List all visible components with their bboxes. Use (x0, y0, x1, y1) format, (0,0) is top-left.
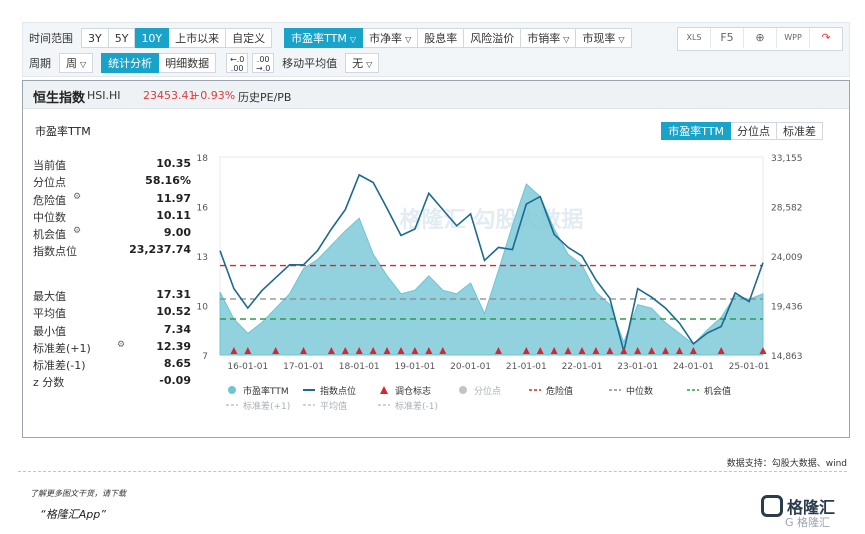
chevron-down-icon: ▽ (405, 35, 412, 44)
metric-risk-premium-button[interactable]: 风险溢价 (464, 28, 522, 48)
legend-label: 危险值 (546, 385, 573, 397)
y-left-tick-label: 18 (197, 154, 209, 164)
export-ppt-icon[interactable]: WPP (777, 28, 810, 48)
period-row: 周期 周 ▽ 统计分析 明细数据 ←.0.00 .00 →.0 移动平均值 无 ▽ (29, 52, 380, 74)
range-10y-button[interactable]: 10Y (135, 28, 170, 48)
time-range-group: 3Y 5Y 10Y 上市以来 自定义 (81, 28, 273, 48)
metric-pcf-dropdown[interactable]: 市现率 ▽ (576, 28, 632, 48)
x-tick-label: 21-01-01 (506, 362, 547, 372)
time-range-row: 时间范围 3Y 5Y 10Y 上市以来 自定义 市盈率TTM ▽ 市净率 ▽ 股息率… (29, 27, 632, 49)
metric-pcf-label: 市现率 (582, 32, 616, 45)
x-tick-label: 25-01-01 (729, 362, 770, 372)
valuation-panel: 恒生指数 HSI.HI 23453.41 +0.93% 历史PE/PB 市盈率T… (22, 80, 850, 438)
zoom-in-icon[interactable]: ⊕ (744, 28, 777, 48)
metric-ps-dropdown[interactable]: 市销率 ▽ (521, 28, 577, 48)
toolbar: 时间范围 3Y 5Y 10Y 上市以来 自定义 市盈率TTM ▽ 市净率 ▽ 股息率… (22, 22, 850, 77)
download-prompt: 了解更多图文干货，请下载 (30, 489, 126, 498)
chevron-down-icon: ▽ (563, 35, 570, 44)
legend-marker (380, 386, 388, 394)
gelonghui-logo: 格隆汇 G 格隆汇 (761, 492, 851, 529)
logo-mark-icon (761, 495, 783, 517)
x-tick-label: 24-01-01 (673, 362, 714, 372)
y-left-tick-label: 7 (202, 352, 208, 362)
period-value: 周 (66, 57, 77, 70)
legend-label: 标准差(+1) (243, 400, 290, 412)
range-since-listing-button[interactable]: 上市以来 (169, 28, 227, 48)
tab-statistics[interactable]: 统计分析 (101, 53, 160, 73)
metric-pe-ttm-label: 市盈率TTM (291, 32, 347, 45)
chevron-down-icon: ▽ (366, 60, 373, 69)
metric-dividend-button[interactable]: 股息率 (418, 28, 465, 48)
y-left-tick-label: 10 (197, 303, 209, 313)
legend-label: 标准差(-1) (395, 400, 438, 412)
x-tick-label: 16-01-01 (227, 362, 268, 372)
decimal-decrease-icon[interactable]: ←.0.00 (226, 53, 249, 73)
legend-marker (228, 386, 236, 394)
legend-label: 平均值 (320, 400, 347, 412)
y-left-tick-label: 13 (197, 253, 208, 263)
share-icon[interactable]: ↷ (810, 28, 842, 48)
y-right-tick-label: 19,436 (771, 303, 803, 313)
range-3y-button[interactable]: 3Y (81, 28, 109, 48)
right-toolset: XLS F5 ⊕ WPP ↷ (677, 27, 843, 51)
tab-details[interactable]: 明细数据 (159, 53, 217, 73)
period-select[interactable]: 周 ▽ (59, 53, 94, 73)
chevron-down-icon: ▽ (80, 60, 87, 69)
y-right-tick-label: 33,155 (771, 154, 803, 164)
legend-label: 中位数 (626, 385, 653, 397)
data-source: 数据支持：勾股大数据、wind (726, 459, 847, 469)
legend-label: 调仓标志 (395, 385, 431, 397)
legend-label: 机会值 (704, 385, 731, 397)
moving-average-label: 移动平均值 (282, 57, 338, 70)
range-custom-button[interactable]: 自定义 (226, 28, 273, 48)
time-range-label: 时间范围 (29, 32, 73, 45)
legend-label: 市盈率TTM (243, 385, 289, 397)
decimal-increase-icon[interactable]: .00 →.0 (252, 53, 275, 73)
logo-subtext: G 格隆汇 (785, 516, 831, 529)
metric-pb-dropdown[interactable]: 市净率 ▽ (363, 28, 419, 48)
app-name: “格隆汇App” (40, 508, 106, 521)
legend-marker (459, 386, 467, 394)
y-right-tick-label: 28,582 (771, 204, 803, 214)
metric-ps-label: 市销率 (527, 32, 561, 45)
x-tick-label: 19-01-01 (394, 362, 435, 372)
legend-label: 分位点 (474, 385, 501, 397)
watermark: 格隆汇 勾股大数据 (400, 207, 584, 233)
chevron-down-icon: ▽ (349, 35, 357, 44)
footer-divider (18, 471, 847, 472)
analysis-tabs: 统计分析 明细数据 (101, 53, 217, 73)
x-tick-label: 20-01-01 (450, 362, 491, 372)
export-xls-icon[interactable]: XLS (678, 28, 711, 48)
x-tick-label: 22-01-01 (562, 362, 603, 372)
moving-average-select[interactable]: 无 ▽ (345, 53, 380, 73)
range-5y-button[interactable]: 5Y (108, 28, 136, 48)
metric-pb-label: 市净率 (369, 32, 403, 45)
valuation-chart: 格隆汇 勾股大数据 18 16 13 10 7 33,155 28,582 24,009 19,4… (197, 154, 803, 412)
legend-label: 指数点位 (320, 385, 356, 397)
period-label: 周期 (29, 57, 51, 70)
chevron-down-icon: ▽ (618, 35, 625, 44)
x-tick-label: 17-01-01 (283, 362, 324, 372)
y-left-tick-label: 16 (197, 204, 209, 214)
y-right-tick-label: 14,863 (771, 352, 803, 362)
refresh-f5-button[interactable]: F5 (711, 28, 744, 48)
metric-pe-ttm-dropdown[interactable]: 市盈率TTM ▽ (284, 28, 364, 48)
metric-group: 市盈率TTM ▽ 市净率 ▽ 股息率 风险溢价 市销率 ▽ 市现率 ▽ (284, 28, 632, 48)
x-tick-label: 18-01-01 (339, 362, 380, 372)
moving-average-value: 无 (352, 57, 364, 70)
y-right-tick-label: 24,009 (771, 253, 803, 263)
x-tick-label: 23-01-01 (617, 362, 658, 372)
